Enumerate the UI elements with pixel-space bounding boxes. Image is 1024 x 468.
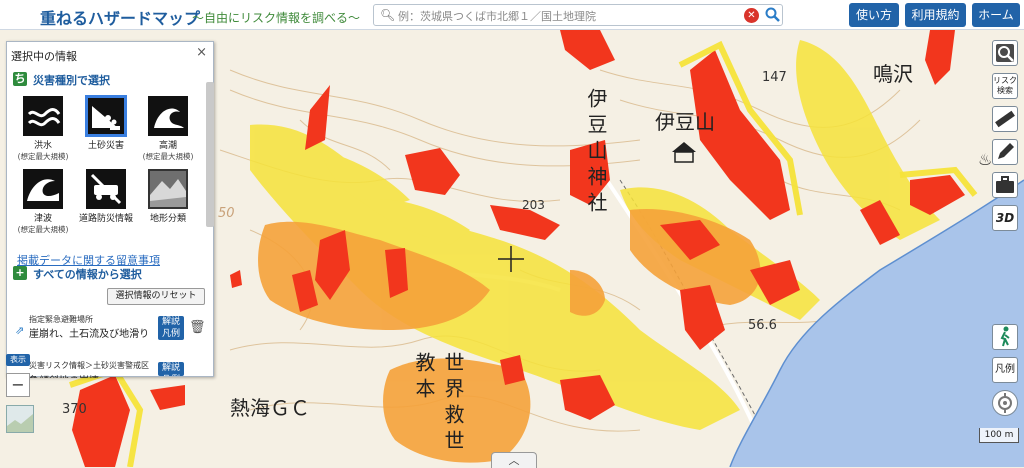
layer-category: 災害リスク情報＞土砂災害警戒区 [29,361,149,370]
app-title[interactable]: 重ねるハザードマップ [40,5,200,29]
search-icon [765,7,780,22]
storm-surge-icon[interactable] [148,96,188,136]
explain-legend-button[interactable]: 解説凡例 [158,362,184,376]
landslide-icon[interactable] [86,96,126,136]
hazard-sub-storm-surge: (想定最大規模) [142,152,194,161]
home-button[interactable]: ホーム [972,3,1020,27]
svg-text:♨: ♨ [978,150,992,169]
pin-icon: ⇗ [15,324,25,337]
layer-name: 崖崩れ、土石流及び地滑り [29,329,150,340]
zoom-out-button[interactable]: − [6,373,30,397]
magnifier-icon: 🔍︎ [380,8,396,22]
scale-bar: 100 m [979,428,1019,443]
spot-height-203: 203 [522,198,545,212]
hazard-sub-tsunami: (想定最大規模) [17,225,69,234]
road-closed-icon[interactable] [86,169,126,209]
display-toggle-button[interactable]: 表示 [6,354,30,366]
layer-category: 指定緊急避難場所 [29,315,93,324]
flood-icon[interactable] [23,96,63,136]
terrain-icon[interactable] [148,169,188,209]
legend-icon[interactable]: 凡例 [992,357,1018,383]
search-box: 🔍︎ ✕ [373,4,783,26]
toolbox-icon[interactable] [992,172,1018,198]
howto-button[interactable]: 使い方 [849,3,899,27]
terms-button[interactable]: 利用規約 [905,3,966,27]
search-input[interactable] [396,7,730,25]
layer-name: 急傾斜地の崩壊 [29,372,99,378]
hazard-label-landslide: 土砂災害 [87,141,124,151]
risk-search-icon[interactable]: リスク検索 [992,73,1018,99]
spot-height-56-6: 56.6 [748,318,777,333]
panel-title: 選択中の情報 [11,50,77,63]
contour-label-50: 50 [218,206,235,221]
spot-height-370: 370 [62,402,87,417]
three-d-icon[interactable]: 3D [992,205,1018,231]
section-by-type[interactable]: ち 災害種別で選択 [13,72,203,90]
hazard-sub-flood: (想定最大規模) [17,152,69,161]
app-header: 重ねるハザードマップ ～自由にリスク情報を調べる～ 🔍︎ ✕ 使い方 利用規約 … [0,0,1024,30]
close-icon[interactable]: × [196,45,207,60]
overview-minimap[interactable] [6,405,34,433]
label-izusan: 伊豆山 [655,110,715,134]
search-button[interactable] [764,7,781,24]
panel-scrollbar[interactable] [206,82,214,227]
label-izusan-vertical: 伊豆山神社 [584,88,608,218]
spot-height-147: 147 [762,70,787,85]
ruler-icon[interactable] [992,106,1018,132]
hazard-type-icon: ち [13,72,27,86]
locate-icon[interactable] [992,390,1018,416]
trash-icon[interactable]: 🗑 [189,320,206,335]
label-narusawa: 鳴沢 [873,62,913,86]
tsunami-icon[interactable] [23,169,63,209]
section-all-info[interactable]: + すべての情報から選択 [13,266,203,284]
hazard-label-tsunami: 津波 [33,214,52,224]
plus-icon: + [13,266,27,280]
hazard-label-road: 道路防災情報 [78,214,133,224]
expand-bottom-panel-button[interactable]: ︿ [491,452,537,468]
close-icon[interactable]: ✕ [744,8,759,23]
layer-icon[interactable] [992,40,1018,66]
selected-info-panel: 選択中の情報 × ち 災害種別で選択 洪水 (想定最大規模) 土砂災害 高潮 (… [6,41,214,378]
reset-selection-button[interactable]: 選択情報のリセット [107,288,205,305]
pedestrian-icon[interactable] [992,324,1018,350]
label-atami-gc: 熱海ＧＣ [230,396,310,420]
hazard-label-terrain: 地形分類 [149,214,186,224]
pencil-icon[interactable] [992,139,1018,165]
label-sekai-kyusei: 世界救世教本 [412,352,465,456]
explain-legend-button[interactable]: 解説凡例 [158,316,184,340]
app-subtitle: ～自由にリスク情報を調べる～ [192,11,361,25]
hazard-label-storm-surge: 高潮 [158,141,177,151]
hazard-label-flood: 洪水 [33,141,52,151]
